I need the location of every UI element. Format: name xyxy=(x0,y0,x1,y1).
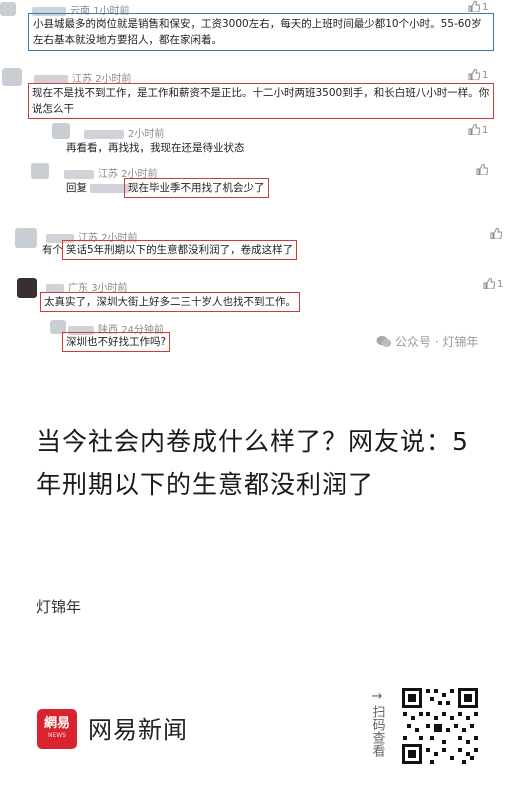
thumb-up-icon xyxy=(490,227,503,240)
username-blurred xyxy=(64,169,94,179)
article-title: 当今社会内卷成什么样了？网友说：5年刑期以下的生意都没利润了 xyxy=(36,427,469,499)
thumb-up-icon xyxy=(468,123,481,136)
avatar[interactable] xyxy=(0,2,16,16)
comment-text: 小县城最多的岗位就是销售和保安，工资3000左右，每天的上班时间最少都10个小时… xyxy=(28,13,494,51)
comment-text: 现在不是找不到工作，是工作和薪资不是正比。十二小时两班3500到手，和长白班八小… xyxy=(28,83,494,119)
like-button[interactable] xyxy=(476,163,490,176)
comment-text: 再看看，再找找，我现在还是待业状态 xyxy=(66,142,245,154)
netease-logo: 網易 NEWS xyxy=(37,709,77,749)
thumb-up-icon xyxy=(468,0,481,13)
comment-text: 太真实了，深圳大街上好多二三十岁人也找不到工作。 xyxy=(40,292,300,312)
wechat-icon xyxy=(376,335,392,347)
qr-code-icon xyxy=(400,686,480,766)
username-blurred xyxy=(84,129,124,139)
article-author[interactable]: 灯锦年 xyxy=(36,596,81,617)
like-count: 1 xyxy=(497,279,504,290)
qr-code[interactable] xyxy=(400,686,480,766)
like-button[interactable]: 1 xyxy=(468,68,489,81)
comment-time: 2小时前 xyxy=(128,129,165,140)
like-button[interactable]: 1 xyxy=(483,277,504,290)
avatar[interactable] xyxy=(15,228,37,248)
avatar[interactable] xyxy=(52,123,70,139)
comment-prefix: 有个 xyxy=(42,244,63,256)
avatar[interactable] xyxy=(2,68,22,86)
avatar[interactable] xyxy=(31,163,49,179)
logo-text: 網易 xyxy=(43,716,70,731)
watermark-text: 公众号 · 灯锦年 xyxy=(395,335,479,349)
comment-location: 江苏 xyxy=(98,169,118,180)
comment-meta: 2小时前 xyxy=(84,125,164,140)
brand-name: 网易新闻 xyxy=(88,716,188,744)
thumb-up-icon xyxy=(476,163,489,176)
comment-text: 现在毕业季不用找了机会少了 xyxy=(124,178,269,198)
like-button[interactable]: 1 xyxy=(468,123,489,136)
avatar[interactable] xyxy=(17,278,37,298)
thumb-up-icon xyxy=(483,277,496,290)
like-button[interactable]: 1 xyxy=(468,0,489,13)
reply-label: 回复 xyxy=(66,182,87,194)
logo-subtext: NEWS xyxy=(47,732,67,739)
comment-text: 笑话5年刑期以下的生意都没利润了，卷成这样了 xyxy=(62,240,298,260)
like-count: 1 xyxy=(482,125,489,136)
scan-hint: → 扫码查看 xyxy=(368,688,386,757)
watermark: 公众号 · 灯锦年 xyxy=(376,333,478,350)
like-count: 1 xyxy=(482,2,489,13)
scan-text: 扫码查看 xyxy=(369,705,385,757)
comment-text: 深圳也不好找工作吗? xyxy=(62,332,171,352)
like-button[interactable] xyxy=(490,227,504,240)
arrow-right-icon: → xyxy=(371,689,383,704)
like-count: 1 xyxy=(482,70,489,81)
thumb-up-icon xyxy=(468,68,481,81)
